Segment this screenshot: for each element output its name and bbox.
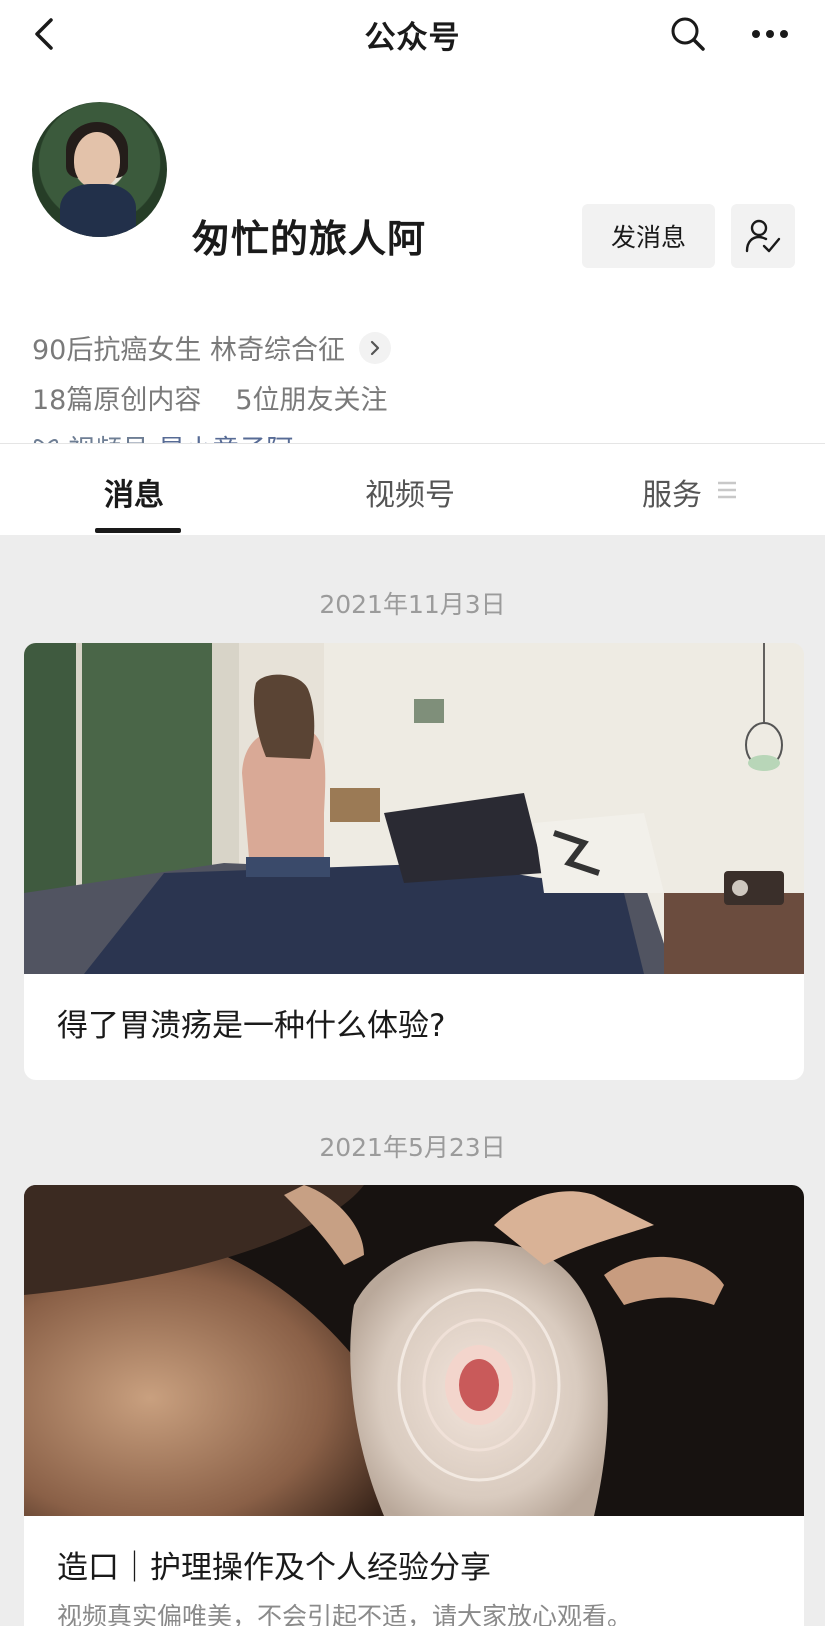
- stats-row: 18篇原创内容 5位朋友关注: [32, 378, 388, 417]
- tab-messages[interactable]: 消息: [104, 470, 164, 514]
- article-title: 造口｜护理操作及个人经验分享: [57, 1550, 491, 1586]
- profile-section: 匆忙的旅人阿 发消息 90后抗癌女生 林奇综合征 18篇原创内容 5位朋友关注 …: [0, 68, 825, 466]
- friends-following[interactable]: 5位朋友关注: [235, 378, 387, 417]
- send-message-button[interactable]: 发消息: [582, 204, 715, 268]
- more-dots-icon[interactable]: [748, 18, 792, 50]
- chevron-left-icon[interactable]: [26, 14, 66, 54]
- navbar: 公众号: [0, 0, 825, 68]
- bio-row[interactable]: 90后抗癌女生 林奇综合征: [32, 328, 391, 367]
- original-count[interactable]: 18篇原创内容: [32, 378, 201, 417]
- article-card[interactable]: 造口｜护理操作及个人经验分享 视频真实偏唯美，不会引起不适，请大家放心观看。: [24, 1185, 804, 1626]
- article-card[interactable]: 得了胃溃疡是一种什么体验?: [24, 643, 804, 1080]
- page-title: 公众号: [364, 19, 461, 56]
- menu-icon[interactable]: [717, 481, 737, 499]
- bio-text: 90后抗癌女生 林奇综合征: [32, 335, 345, 366]
- account-name: 匆忙的旅人阿: [192, 217, 427, 261]
- article-title: 得了胃溃疡是一种什么体验?: [57, 1008, 446, 1044]
- chevron-right-icon[interactable]: [358, 331, 391, 364]
- tab-bar: 消息 视频号 服务: [0, 443, 825, 535]
- search-icon[interactable]: [668, 14, 708, 54]
- tab-channels[interactable]: 视频号: [365, 470, 455, 514]
- article-summary: 视频真实偏唯美，不会引起不适，请大家放心观看。: [57, 1602, 633, 1626]
- tab-services[interactable]: 服务: [642, 470, 702, 514]
- follow-button[interactable]: [731, 204, 795, 268]
- header-area: 公众号 匆忙的旅人阿 发消息 90后抗癌女生 林奇综合征 18篇原创内容 5位朋…: [0, 0, 825, 535]
- feed-date: 2021年5月23日: [319, 1133, 506, 1162]
- article-cover-image: [24, 1185, 804, 1516]
- feed-date: 2021年11月3日: [319, 590, 506, 619]
- user-check-icon: [745, 219, 781, 253]
- avatar[interactable]: [32, 102, 167, 237]
- active-tab-indicator: [95, 528, 181, 533]
- article-cover-image: [24, 643, 804, 974]
